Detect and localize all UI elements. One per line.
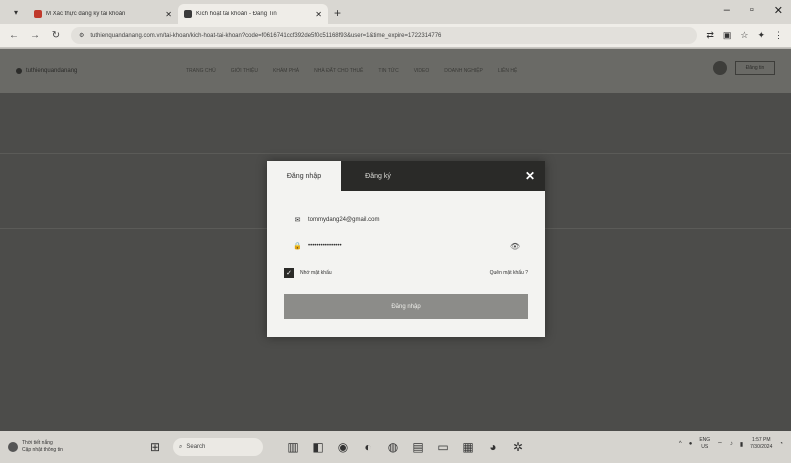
user-area: Đăng tin	[713, 61, 775, 75]
settings-icon[interactable]: ✲	[511, 440, 525, 454]
menu-item[interactable]: KHÁM PHÁ	[273, 68, 299, 74]
remember-row: ✓ Nhớ mật khẩu Quên mật khẩu ?	[284, 268, 528, 278]
menu-item[interactable]: DOANH NGHIỆP	[444, 68, 483, 74]
site-icon	[184, 10, 192, 18]
show-password-icon[interactable]: 👁	[510, 242, 520, 251]
notification-icon[interactable]: ◔	[779, 441, 783, 447]
divider	[0, 153, 791, 154]
wifi-icon[interactable]: ⌔	[717, 440, 723, 448]
tab-list-icon[interactable]: ▾	[8, 4, 24, 20]
taskbar: Thời tiết nắng Cập nhật thông tin ⊞ ⌕ Se…	[0, 431, 791, 463]
site-logo[interactable]: tuthienquandanang	[16, 68, 186, 74]
tab-login[interactable]: Đăng nhập	[267, 161, 341, 191]
close-tab-icon[interactable]: ✕	[165, 10, 172, 19]
chrome-icon[interactable]: ◉	[336, 440, 350, 454]
tray-chevron-icon[interactable]: ^	[679, 441, 682, 447]
translate-icon[interactable]: ⇄	[706, 30, 714, 41]
browser-menu-icon[interactable]: ⋮	[774, 30, 783, 41]
weather-widget[interactable]: Thời tiết nắng Cập nhật thông tin	[8, 440, 148, 454]
maximize-icon[interactable]: ▫	[750, 4, 754, 17]
post-listing-button[interactable]: Đăng tin	[735, 61, 775, 75]
login-modal: Đăng nhập Đăng ký ✕ ✉ tommydang24@gmail.…	[267, 161, 545, 337]
browser-app-icon[interactable]: ◍	[386, 440, 400, 454]
taskbar-apps: ⊞ ⌕ Search ▥ ◧ ◉ ◐ ◍ ▤ ▭ ▦ ◕ ✲	[148, 438, 525, 456]
reload-icon[interactable]: ↻	[50, 30, 62, 41]
task-view-icon[interactable]: ◧	[311, 440, 325, 454]
password-value: ••••••••••••••••	[308, 243, 342, 249]
site-header: tuthienquandanang TRANG CHỦ GIỚI THIỆU K…	[0, 49, 791, 93]
language-indicator[interactable]: ENG US	[699, 437, 710, 451]
close-window-icon[interactable]: ✕	[774, 4, 783, 17]
gmail-icon	[34, 10, 42, 18]
file-explorer-icon[interactable]: ▤	[411, 440, 425, 454]
site-menu: TRANG CHỦ GIỚI THIỆU KHÁM PHÁ NHÀ ĐẤT CH…	[186, 68, 517, 74]
tab-title: M Xác thực đăng ký tài khoản	[46, 11, 126, 17]
avatar[interactable]	[713, 61, 727, 75]
clock-date: 7/30/2024	[750, 444, 773, 450]
app-icon[interactable]: ◕	[486, 440, 500, 454]
modal-tabs: Đăng nhập Đăng ký ✕	[267, 161, 545, 191]
menu-item[interactable]: TRANG CHỦ	[186, 68, 216, 74]
lang-line-1: ENG	[699, 437, 711, 443]
remember-checkbox[interactable]: ✓	[284, 268, 294, 278]
close-icon[interactable]: ✕	[525, 169, 535, 183]
mail-icon[interactable]: ▭	[436, 440, 450, 454]
edge-icon[interactable]: ◐	[361, 440, 375, 454]
clock[interactable]: 1:57 PM 7/30/2024	[750, 437, 772, 451]
back-icon[interactable]: ←	[8, 30, 20, 41]
menu-item[interactable]: GIỚI THIỆU	[231, 68, 258, 74]
logo-text: tuthienquandanang	[26, 68, 78, 74]
window-controls: – ▫ ✕	[724, 4, 783, 17]
close-tab-icon[interactable]: ✕	[315, 10, 322, 19]
taskbar-search[interactable]: ⌕ Search	[173, 438, 263, 456]
url-text: tuthienquandanang.com.vn/tai-khoan/kich-…	[90, 32, 442, 39]
new-tab-icon[interactable]: +	[334, 6, 341, 20]
weather-line-1: Thời tiết nắng	[22, 440, 53, 446]
lock-icon: 🔒	[293, 243, 302, 250]
modal-body: ✉ tommydang24@gmail.com 🔒 ••••••••••••••…	[267, 191, 545, 319]
menu-item[interactable]: VIDEO	[414, 68, 430, 74]
volume-icon[interactable]: ♪	[730, 441, 733, 447]
widgets-icon[interactable]: ▥	[286, 440, 300, 454]
store-icon[interactable]: ▦	[461, 440, 475, 454]
site-info-icon[interactable]: ⚙	[79, 32, 84, 39]
browser-tab-gmail[interactable]: M Xác thực đăng ký tài khoản ✕	[28, 4, 178, 24]
email-icon: ✉	[294, 217, 301, 224]
browser-tab-active[interactable]: Kích hoạt tài khoản - Đăng Tin ✕	[178, 4, 328, 24]
logo-icon	[16, 68, 22, 74]
login-button[interactable]: Đăng nhập	[284, 294, 528, 319]
address-bar-row: ← → ↻ ⚙ tuthienquandanang.com.vn/tai-kho…	[0, 24, 791, 48]
clock-time: 1:57 PM	[751, 437, 771, 443]
extension-icon[interactable]: ▣	[723, 30, 732, 41]
system-tray: ^ ● ENG US ⌔ ♪ ▮ 1:57 PM 7/30/2024 ◔	[679, 437, 783, 451]
forward-icon[interactable]: →	[29, 30, 41, 41]
tab-register[interactable]: Đăng ký	[341, 161, 415, 191]
remember-label: Nhớ mật khẩu	[300, 270, 332, 276]
puzzle-icon[interactable]: ✦	[757, 30, 765, 41]
menu-item[interactable]: NHÀ ĐẤT CHO THUÊ	[314, 68, 363, 74]
search-icon: ⌕	[179, 443, 183, 450]
tab-title: Kích hoạt tài khoản - Đăng Tin	[196, 11, 277, 17]
menu-item[interactable]: LIÊN HỆ	[498, 68, 517, 74]
tray-app-icon[interactable]: ●	[689, 441, 693, 447]
weather-icon	[8, 442, 18, 452]
battery-icon[interactable]: ▮	[740, 441, 743, 448]
start-icon[interactable]: ⊞	[148, 440, 162, 454]
lang-line-2: US	[701, 444, 709, 450]
weather-line-2: Cập nhật thông tin	[22, 447, 63, 453]
minimize-icon[interactable]: –	[724, 4, 730, 17]
email-field[interactable]: ✉ tommydang24@gmail.com	[293, 211, 528, 229]
menu-item[interactable]: TIN TỨC	[378, 68, 398, 74]
bookmark-star-icon[interactable]: ☆	[740, 30, 748, 41]
forgot-password-link[interactable]: Quên mật khẩu ?	[490, 270, 528, 276]
email-value: tommydang24@gmail.com	[308, 217, 380, 223]
search-label: Search	[186, 444, 206, 450]
url-field[interactable]: ⚙ tuthienquandanang.com.vn/tai-khoan/kic…	[71, 27, 698, 44]
browser-tab-strip: ▾ M Xác thực đăng ký tài khoản ✕ Kích ho…	[0, 0, 791, 24]
password-field[interactable]: 🔒 •••••••••••••••• 👁	[293, 237, 528, 255]
